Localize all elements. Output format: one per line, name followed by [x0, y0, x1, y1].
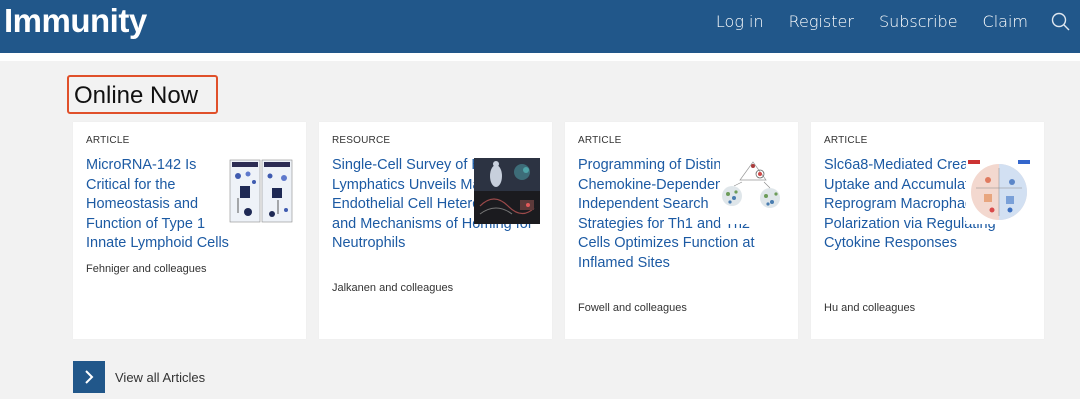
journal-logo[interactable]: Immunity: [4, 2, 147, 40]
view-all-label[interactable]: View all Articles: [115, 370, 205, 385]
chevron-right-icon[interactable]: [73, 361, 105, 393]
article-authors: Fowell and colleagues: [578, 302, 687, 314]
article-authors: Hu and colleagues: [824, 302, 916, 314]
article-thumbnail[interactable]: [720, 158, 786, 224]
article-card[interactable]: ARTICLE MicroRNA-142 Is Critical for the…: [73, 122, 306, 339]
site-header: Immunity Log in Register Subscribe Claim: [0, 0, 1080, 53]
login-link[interactable]: Log in: [716, 12, 764, 31]
header-nav: Log in Register Subscribe Claim: [716, 0, 1028, 42]
claim-link[interactable]: Claim: [983, 12, 1028, 31]
article-authors: Jalkanen and colleagues: [332, 282, 454, 294]
section-title-text: Online Now: [74, 82, 199, 109]
article-type: ARTICLE: [86, 135, 130, 146]
subscribe-link[interactable]: Subscribe: [879, 12, 958, 31]
article-authors: Fehniger and colleagues: [86, 263, 207, 275]
section-title: Online Now: [67, 75, 218, 114]
article-card[interactable]: ARTICLE Slc6a8-Mediated Creatine Uptake …: [811, 122, 1044, 339]
search-icon[interactable]: [1050, 11, 1072, 33]
article-card[interactable]: RESOURCE Single-Cell Survey of Human Lym…: [319, 122, 552, 339]
view-all-articles-button[interactable]: View all Articles: [73, 361, 205, 393]
header-divider: [0, 53, 1080, 61]
article-type: ARTICLE: [578, 135, 622, 146]
article-thumbnail[interactable]: [474, 158, 540, 224]
article-thumbnail[interactable]: [966, 158, 1032, 224]
article-card[interactable]: ARTICLE Programming of Distinct Chemokin…: [565, 122, 798, 339]
article-thumbnail[interactable]: [228, 158, 294, 224]
register-link[interactable]: Register: [789, 12, 854, 31]
article-type: RESOURCE: [332, 135, 391, 146]
article-type: ARTICLE: [824, 135, 868, 146]
article-title-link[interactable]: MicroRNA-142 Is Critical for the Homeost…: [86, 156, 236, 254]
